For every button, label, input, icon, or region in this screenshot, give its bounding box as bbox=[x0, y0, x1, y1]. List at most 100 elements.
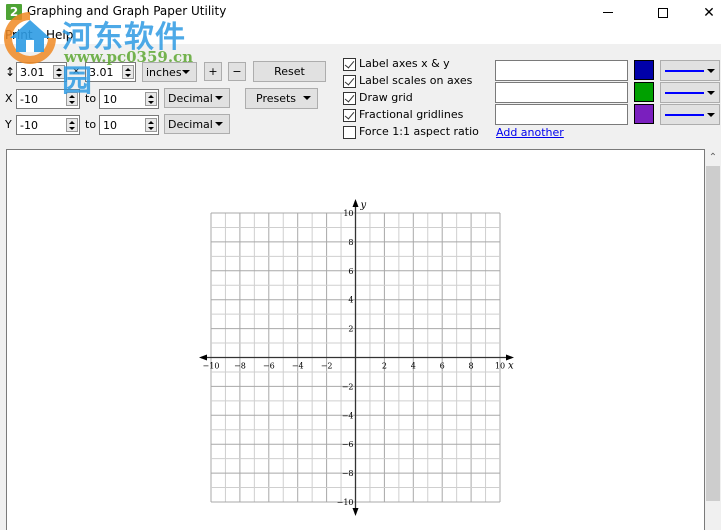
x-min-spinner[interactable]: -10 bbox=[16, 89, 80, 109]
x-tick-label: −10 bbox=[203, 362, 220, 371]
y-axis-label: y bbox=[360, 200, 367, 211]
y-tick-label: 2 bbox=[348, 325, 353, 334]
spinner-arrows-icon[interactable] bbox=[145, 92, 157, 106]
unit-value: inches bbox=[146, 66, 182, 79]
x-tick-label: −8 bbox=[234, 362, 246, 371]
chevron-down-icon bbox=[215, 96, 223, 100]
option-checkbox[interactable] bbox=[343, 92, 356, 105]
option-checkbox[interactable] bbox=[343, 58, 356, 71]
option-checkbox[interactable] bbox=[343, 75, 356, 88]
scroll-up-icon[interactable]: ⌃ bbox=[708, 153, 718, 163]
x-tick-label: 8 bbox=[469, 362, 474, 371]
x-range-label: X bbox=[5, 92, 13, 105]
line-style-dropdown[interactable] bbox=[660, 60, 720, 81]
zoom-out-button[interactable]: − bbox=[228, 62, 246, 81]
y-tick-label: −4 bbox=[342, 411, 354, 420]
chevron-down-icon bbox=[303, 96, 311, 100]
x-axis-arrow-left-icon bbox=[199, 354, 207, 361]
times-sign: × bbox=[72, 66, 81, 77]
spinner-arrows-icon[interactable] bbox=[66, 118, 78, 132]
unit-dropdown[interactable]: inches bbox=[142, 62, 197, 82]
y-tick-label: −2 bbox=[342, 382, 354, 391]
x-max-value: 10 bbox=[103, 93, 117, 106]
width-spinner[interactable]: 3.01 bbox=[16, 62, 67, 82]
x-axis-label: x bbox=[508, 361, 514, 372]
close-icon: ✕ bbox=[703, 4, 715, 21]
y-axis-arrow-down-icon bbox=[352, 508, 359, 516]
y-tick-label: 8 bbox=[348, 238, 353, 247]
x-tick-label: 6 bbox=[440, 362, 445, 371]
vertical-scrollbar[interactable]: ⌃ bbox=[705, 149, 721, 530]
line-style-dropdown[interactable] bbox=[660, 104, 720, 125]
y-axis-arrow-up-icon bbox=[352, 199, 359, 207]
y-format-value: Decimal bbox=[168, 118, 213, 131]
height-spinner[interactable]: 3.01 bbox=[85, 62, 136, 82]
color-swatch-button[interactable] bbox=[634, 82, 654, 102]
option-label[interactable]: Label axes x & y bbox=[359, 57, 450, 70]
y-range-label: Y bbox=[5, 118, 12, 131]
window-title: Graphing and Graph Paper Utility bbox=[27, 4, 227, 18]
option-label[interactable]: Label scales on axes bbox=[359, 74, 472, 87]
spinner-arrows-icon[interactable] bbox=[66, 92, 78, 106]
title-bar: 2 Graphing and Graph Paper Utility ✕ bbox=[0, 0, 721, 25]
line-style-preview-icon bbox=[665, 92, 704, 94]
y-format-dropdown[interactable]: Decimal bbox=[164, 114, 230, 134]
color-swatch-button[interactable] bbox=[634, 60, 654, 80]
option-checkbox[interactable] bbox=[343, 126, 356, 139]
add-another-link[interactable]: Add another bbox=[496, 126, 564, 139]
close-button[interactable]: ✕ bbox=[686, 0, 721, 25]
x-tick-label: −2 bbox=[321, 362, 333, 371]
chevron-down-icon bbox=[182, 70, 190, 74]
option-label[interactable]: Draw grid bbox=[359, 91, 413, 104]
reset-button[interactable]: Reset bbox=[253, 61, 326, 82]
to-label: to bbox=[85, 118, 97, 131]
presets-dropdown[interactable]: Presets bbox=[245, 88, 318, 109]
y-min-value: -10 bbox=[20, 119, 38, 132]
chevron-down-icon bbox=[707, 69, 715, 73]
app-window: 2 Graphing and Graph Paper Utility ✕ Pri… bbox=[0, 0, 721, 530]
graph-svg: −10 −8 −6 −4 −2 2 4 6 8 10 10 8 6 4 2 −2 −4 −6 −8 −10 x y bbox=[199, 199, 514, 516]
line-style-dropdown[interactable] bbox=[660, 82, 720, 103]
y-tick-label: −6 bbox=[342, 440, 354, 449]
function-input[interactable] bbox=[495, 60, 628, 81]
option-label[interactable]: Fractional gridlines bbox=[359, 108, 463, 121]
x-format-dropdown[interactable]: Decimal bbox=[164, 88, 230, 108]
y-tick-label: −10 bbox=[337, 498, 354, 507]
option-label[interactable]: Force 1:1 aspect ratio bbox=[359, 125, 479, 138]
spinner-arrows-icon[interactable] bbox=[145, 118, 157, 132]
menu-help[interactable]: Help bbox=[46, 28, 73, 42]
line-style-preview-icon bbox=[665, 114, 704, 116]
spinner-arrows-icon[interactable] bbox=[53, 65, 65, 79]
line-style-preview-icon bbox=[665, 70, 704, 72]
chevron-down-icon bbox=[215, 122, 223, 126]
y-min-spinner[interactable]: -10 bbox=[16, 115, 80, 135]
function-input[interactable] bbox=[495, 82, 628, 103]
presets-label: Presets bbox=[256, 92, 297, 105]
x-tick-label: −6 bbox=[263, 362, 275, 371]
scroll-thumb[interactable] bbox=[706, 166, 720, 501]
minimize-button[interactable] bbox=[585, 0, 631, 25]
menu-print[interactable]: Print bbox=[5, 28, 33, 42]
spinner-arrows-icon[interactable] bbox=[122, 65, 134, 79]
x-max-spinner[interactable]: 10 bbox=[99, 89, 159, 109]
chevron-down-icon bbox=[707, 113, 715, 117]
function-input[interactable] bbox=[495, 104, 628, 125]
y-tick-label: 4 bbox=[348, 296, 353, 305]
width-value: 3.01 bbox=[20, 66, 45, 79]
chevron-down-icon bbox=[707, 91, 715, 95]
y-tick-label: −8 bbox=[342, 469, 354, 478]
x-tick-label: 10 bbox=[495, 362, 505, 371]
graph-canvas[interactable]: −10 −8 −6 −4 −2 2 4 6 8 10 10 8 6 4 2 −2 −4 −6 −8 −10 x y bbox=[6, 149, 705, 530]
maximize-icon bbox=[658, 7, 668, 18]
y-tick-label: 10 bbox=[343, 209, 353, 218]
app-icon: 2 bbox=[6, 4, 22, 20]
color-swatch-button[interactable] bbox=[634, 104, 654, 124]
y-max-value: 10 bbox=[103, 119, 117, 132]
zoom-in-button[interactable]: + bbox=[204, 62, 222, 81]
height-value: 3.01 bbox=[89, 66, 114, 79]
maximize-button[interactable] bbox=[640, 0, 686, 25]
x-tick-label: 4 bbox=[411, 362, 416, 371]
option-checkbox[interactable] bbox=[343, 109, 356, 122]
y-max-spinner[interactable]: 10 bbox=[99, 115, 159, 135]
x-format-value: Decimal bbox=[168, 92, 213, 105]
